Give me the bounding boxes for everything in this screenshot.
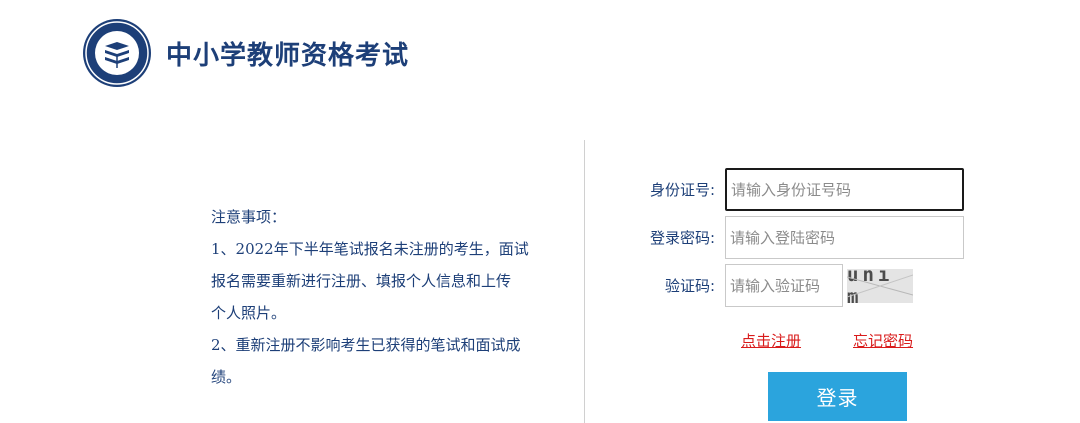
register-link[interactable]: 点击注册 bbox=[741, 330, 801, 351]
notice-line: 1、2022年下半年笔试报名未注册的考生，面试 bbox=[211, 240, 529, 258]
notice-line: 2、重新注册不影响考生已获得的笔试和面试成 bbox=[211, 336, 521, 354]
vertical-divider bbox=[584, 140, 585, 423]
captcha-text: uni m bbox=[847, 268, 894, 303]
notice-line: 绩。 bbox=[211, 368, 242, 386]
captcha-group: uni m bbox=[725, 264, 913, 307]
captcha-image[interactable]: uni m bbox=[847, 268, 913, 303]
password-row: 登录密码: bbox=[620, 216, 964, 259]
password-label: 登录密码: bbox=[649, 229, 715, 247]
id-number-label: 身份证号: bbox=[649, 181, 715, 199]
notice-heading: 注意事项： bbox=[211, 208, 287, 226]
captcha-label: 验证码: bbox=[664, 277, 715, 295]
captcha-input[interactable] bbox=[725, 264, 843, 307]
forgot-password-link[interactable]: 忘记密码 bbox=[853, 330, 913, 351]
login-button[interactable]: 登录 bbox=[768, 372, 907, 421]
notice-line: 个人照片。 bbox=[211, 304, 287, 322]
id-number-input[interactable] bbox=[725, 168, 964, 211]
id-number-row: 身份证号: bbox=[620, 168, 964, 211]
site-title: 中小学教师资格考试 bbox=[166, 40, 410, 71]
book-emblem-icon bbox=[83, 19, 151, 87]
site-header: 中小学教师资格考试 bbox=[82, 18, 409, 88]
password-input[interactable] bbox=[725, 216, 964, 259]
captcha-row: 验证码: uni m bbox=[620, 264, 913, 307]
notice-panel: 注意事项： 1、2022年下半年笔试报名未注册的考生，面试 报名需要重新进行注册… bbox=[211, 201, 571, 393]
notice-line: 报名需要重新进行注册、填报个人信息和上传 bbox=[211, 272, 512, 290]
